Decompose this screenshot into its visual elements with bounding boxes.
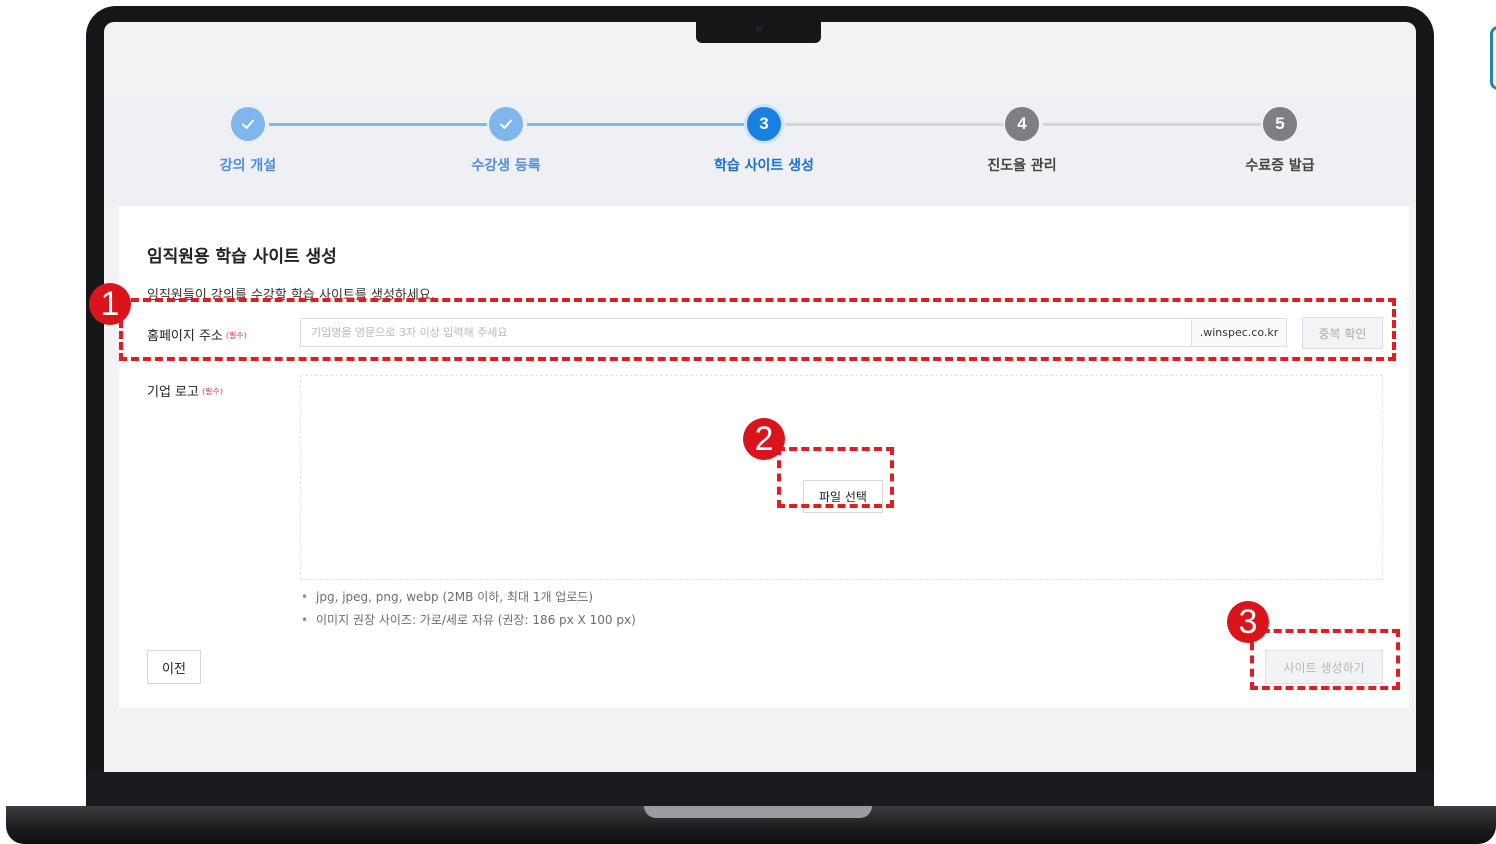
step-4-label: 진도율 관리 (987, 158, 1057, 174)
step-connector-3 (785, 123, 1003, 126)
step-connector-2 (527, 123, 745, 126)
step-connector-1 (269, 123, 487, 126)
step-1-check-icon (231, 107, 265, 141)
step-connector-4 (1043, 123, 1261, 126)
hint-item: jpg, jpeg, png, webp (2MB 이하, 최대 1개 업로드) (300, 586, 636, 609)
laptop-base-notch (644, 806, 872, 818)
annotation-badge-3: 3 (1227, 601, 1269, 643)
step-5-number: 5 (1263, 107, 1297, 141)
annotation-box-homepage (119, 298, 1396, 361)
annotation-box-file-select (777, 447, 894, 508)
step-2-label: 수강생 등록 (471, 158, 541, 174)
hint-item: 이미지 권장 사이즈: 가로/세로 자유 (권장: 186 px X 100 p… (300, 609, 636, 632)
annotation-badge-1: 1 (89, 283, 131, 325)
step-5-label: 수료증 발급 (1245, 158, 1315, 174)
logo-label-text: 기업 로고 (147, 385, 199, 400)
required-mark: (필수) (201, 387, 223, 396)
page-title: 임직원용 학습 사이트 생성 (147, 247, 337, 267)
upload-hints: jpg, jpeg, png, webp (2MB 이하, 최대 1개 업로드)… (300, 586, 636, 632)
laptop-mockup: 3 4 5 강의 개설 수강생 등록 학습 사이트 생성 진도율 관리 수료증 … (0, 0, 1496, 844)
camera-icon (756, 26, 762, 32)
step-4-number: 4 (1005, 107, 1039, 141)
browser-screen: 3 4 5 강의 개설 수강생 등록 학습 사이트 생성 진도율 관리 수료증 … (104, 22, 1416, 772)
logo-field-label: 기업 로고 (필수) (147, 381, 223, 400)
step-3-label: 학습 사이트 생성 (714, 158, 814, 174)
annotation-badge-2: 2 (743, 418, 785, 460)
previous-button[interactable]: 이전 (147, 650, 201, 684)
annotation-box-create-site (1250, 629, 1400, 690)
step-3-number: 3 (747, 107, 781, 141)
step-2-check-icon (489, 107, 523, 141)
step-1-label: 강의 개설 (219, 158, 277, 174)
side-tab-decoration (1490, 26, 1496, 90)
